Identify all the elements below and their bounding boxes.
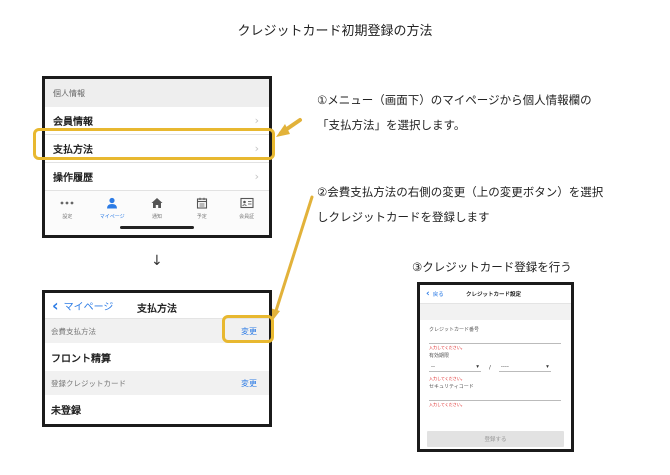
security-code-label: セキュリティコード (429, 384, 474, 390)
dropdown-caret-icon: ▾ (546, 364, 549, 370)
arrow-to-payment-method (276, 118, 302, 137)
nav-title: 支払方法 (137, 304, 177, 315)
chevron-left-icon: ‹ (426, 288, 430, 299)
dropdown-caret-icon: ▾ (476, 364, 479, 370)
credit-card-settings-screen: ‹ 戻る クレジットカード設定 クレジットカード番号 入力してください。 有効期… (417, 282, 574, 452)
arrow-to-change-button (270, 195, 314, 320)
change-button-highlight (222, 315, 274, 343)
step1-text-line1: ①メニュー（画面下）のマイページから個人情報欄の (317, 93, 592, 107)
section-label: 登録クレジットカード (51, 378, 126, 388)
change-card-button[interactable]: 変更 (241, 378, 257, 389)
payment-method-value: フロント精算 (51, 353, 111, 365)
back-button[interactable]: ‹ 戻る (420, 288, 444, 299)
register-button[interactable]: 登録する (427, 431, 564, 447)
security-code-error: 入力してください。 (429, 402, 465, 407)
registered-card-value: 未登録 (51, 405, 81, 417)
card-number-error: 入力してください。 (429, 345, 465, 350)
back-label: 戻る (432, 292, 444, 298)
expiry-separator: / (489, 365, 491, 371)
security-code-input[interactable] (429, 392, 561, 401)
back-button[interactable]: ‹ マイページ (45, 295, 114, 315)
section-registered-card: 登録クレジットカード 変更 (45, 371, 269, 395)
card-number-label: クレジットカード番号 (429, 327, 480, 333)
card-number-input[interactable] (429, 335, 561, 344)
expiry-error: 入力してください。 (429, 376, 465, 381)
expiry-row: -- ▾ / ---- ▾ (420, 361, 571, 375)
expiry-label: 有効期限 (429, 353, 450, 359)
section-label: 会費支払方法 (51, 326, 96, 336)
nav-title: クレジットカード設定 (466, 292, 522, 298)
expiry-year-select[interactable]: ---- ▾ (498, 364, 551, 372)
section-spacer (420, 304, 571, 320)
payment-method-screen: ‹ マイページ 支払方法 会費支払方法 変更 フロント精算 登録クレジットカード… (42, 290, 272, 427)
step2-text-line1: ②会費支払方法の右側の変更（上の変更ボタン）を選択 (317, 185, 604, 199)
nav-bar: ‹ 戻る クレジットカード設定 (420, 285, 571, 304)
arrow-down-icon: ↓ (151, 253, 163, 269)
expiry-month-select[interactable]: -- ▾ (429, 364, 481, 372)
back-label: マイページ (63, 302, 114, 313)
step3-text: ③クレジットカード登録を行う (412, 260, 572, 274)
step2-text-line2: しクレジットカードを登録します (317, 210, 490, 224)
step1-text-line2: 「支払方法」を選択します。 (317, 118, 466, 132)
month-value: -- (431, 364, 435, 370)
chevron-left-icon: ‹ (52, 295, 59, 315)
year-value: ---- (500, 364, 509, 370)
